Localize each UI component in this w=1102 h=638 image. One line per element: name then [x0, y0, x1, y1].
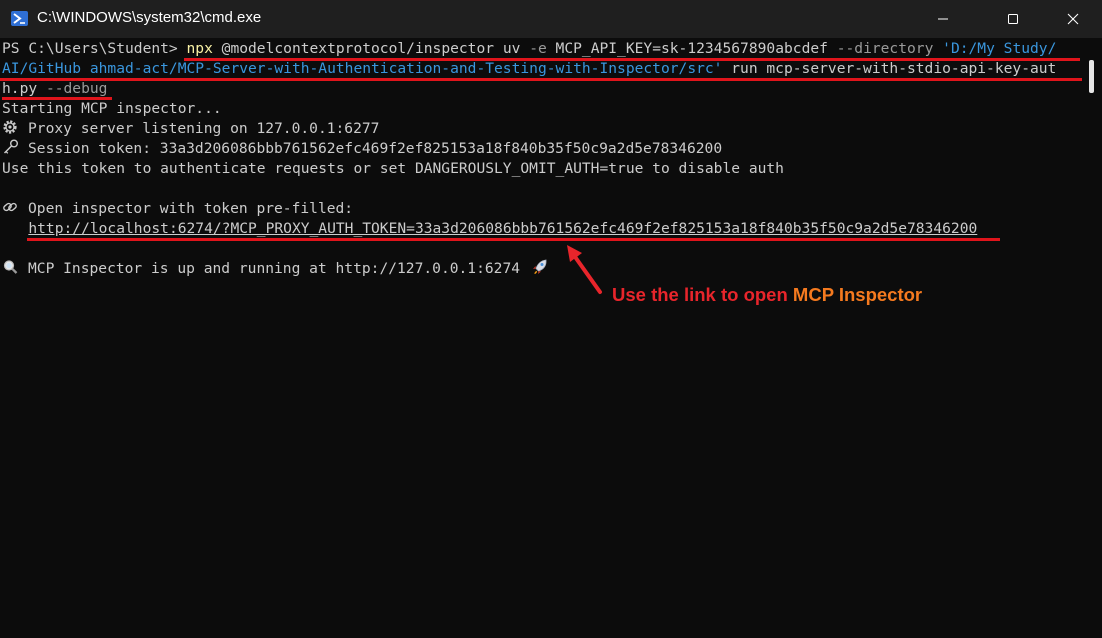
magnifier-icon: [3, 260, 18, 274]
annotation-text-highlight: MCP Inspector: [792, 284, 923, 305]
close-icon: [1067, 13, 1079, 25]
minimize-icon: [938, 18, 948, 20]
gear-icon: [3, 120, 17, 134]
maximize-icon: [1008, 14, 1018, 24]
annotation-underline-1: [184, 58, 1080, 61]
annotation-text-main: Use the link to open: [612, 284, 793, 305]
terminal-output[interactable]: PS C:\Users\Student> npx @modelcontextpr…: [0, 38, 1090, 638]
run-part-2: h.py: [2, 80, 46, 97]
flag-debug: --debug: [45, 80, 108, 97]
window-title: C:\WINDOWS\system32\cmd.exe: [37, 9, 262, 26]
session-text: Session token: 33a3d206086bbb761562efc46…: [28, 140, 723, 157]
command-package: @modelcontextprotocol/inspector uv: [212, 40, 530, 57]
inspector-link[interactable]: http://localhost:6274/?MCP_PROXY_AUTH_TO…: [28, 220, 977, 237]
annotation-underline-3: [2, 97, 112, 100]
maximize-button[interactable]: [990, 0, 1036, 38]
env-value: MCP_API_KEY=sk-1234567890abcdef: [546, 40, 837, 57]
powershell-icon: [11, 11, 28, 26]
path-part-1: 'D:/My Study/: [933, 40, 1057, 57]
link-icon: [3, 202, 17, 212]
annotation-callout: Use the link to open MCP Inspector: [612, 284, 922, 306]
annotation-underline-2: [0, 78, 1082, 81]
open-inspector-text: Open inspector with token pre-filled:: [28, 200, 354, 217]
close-button[interactable]: [1050, 0, 1096, 38]
flag-directory: --directory: [836, 40, 934, 57]
running-text: MCP Inspector is up and running at http:…: [28, 260, 529, 277]
output-running: MCP Inspector is up and running at http:…: [2, 259, 557, 279]
annotation-underline-link: [27, 238, 1000, 241]
command-line-1: PS C:\Users\Student> npx @modelcontextpr…: [2, 39, 1056, 59]
command-line-2: AI/GitHub ahmad-act/MCP-Server-with-Auth…: [2, 59, 1056, 79]
annotation-arrow-icon: [567, 245, 602, 294]
flag-e: -e: [529, 40, 547, 57]
output-session: Session token: 33a3d206086bbb761562efc46…: [2, 139, 722, 159]
proxy-text: Proxy server listening on 127.0.0.1:6277: [28, 120, 380, 137]
key-icon: [3, 139, 18, 154]
output-link-line: http://localhost:6274/?MCP_PROXY_AUTH_TO…: [2, 219, 977, 239]
output-starting: Starting MCP inspector...: [2, 100, 222, 117]
output-open-inspector: Open inspector with token pre-filled:: [2, 199, 353, 219]
path-part-2: AI/GitHub ahmad-act/MCP-Server-with-Auth…: [2, 60, 723, 77]
run-part-1: run mcp-server-with-stdio-api-key-aut: [722, 60, 1057, 77]
output-use-token: Use this token to authenticate requests …: [2, 160, 784, 177]
scrollbar-thumb[interactable]: [1089, 60, 1094, 93]
title-bar[interactable]: C:\WINDOWS\system32\cmd.exe: [0, 0, 1102, 38]
output-proxy: Proxy server listening on 127.0.0.1:6277: [2, 119, 379, 139]
terminal-window: C:\WINDOWS\system32\cmd.exe PS C:\Users\…: [0, 0, 1102, 638]
rocket-icon: [532, 259, 547, 274]
minimize-button[interactable]: [920, 0, 966, 38]
prompt: PS C:\Users\Student>: [2, 40, 187, 57]
command-line-3: h.py --debug: [2, 79, 107, 99]
command-npx: npx: [186, 40, 213, 57]
